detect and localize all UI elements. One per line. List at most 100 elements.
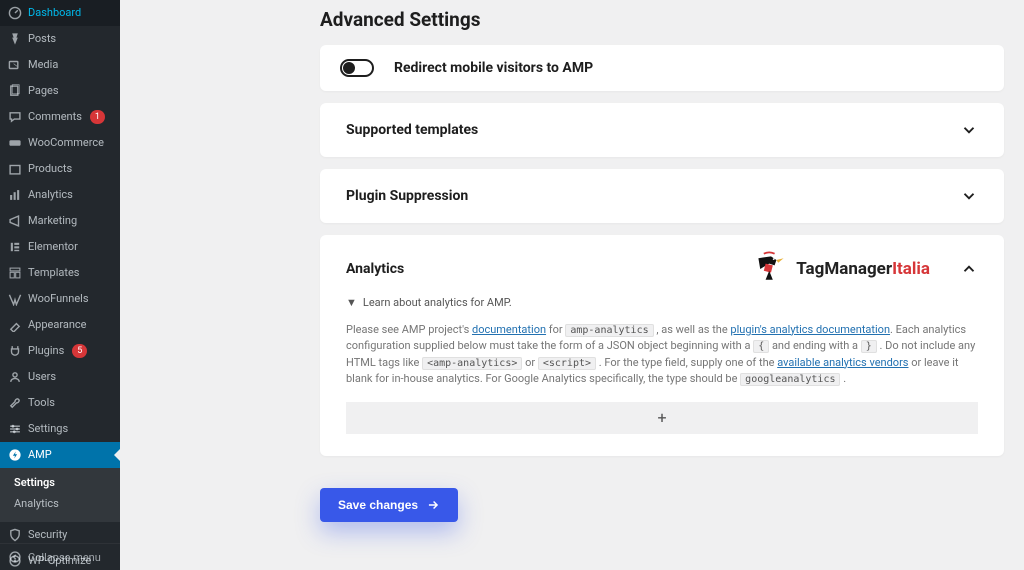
- supported-templates-title: Supported templates: [346, 122, 478, 138]
- sidebar-item-label: Templates: [28, 266, 79, 279]
- pages-icon: [8, 84, 22, 98]
- sidebar-item-users[interactable]: Users: [0, 364, 120, 390]
- sidebar-item-woofunnels[interactable]: WooFunnels: [0, 286, 120, 312]
- triangle-down-icon: ▼: [346, 295, 357, 312]
- sidebar-item-media[interactable]: Media: [0, 52, 120, 78]
- sidebar-item-marketing[interactable]: Marketing: [0, 208, 120, 234]
- tools-icon: [8, 396, 22, 410]
- dashboard-icon: [8, 6, 22, 20]
- sidebar-item-label: Tools: [28, 396, 55, 409]
- sidebar-item-templates[interactable]: Templates: [0, 260, 120, 286]
- admin-sidebar: Dashboard Posts Media Pages Comments 1 W…: [0, 0, 120, 570]
- sidebar-item-tools[interactable]: Tools: [0, 390, 120, 416]
- sidebar-item-label: Posts: [28, 32, 56, 45]
- sidebar-item-posts[interactable]: Posts: [0, 26, 120, 52]
- sidebar-item-appearance[interactable]: Appearance: [0, 312, 120, 338]
- arrow-right-icon: [426, 498, 440, 512]
- count-badge: 5: [72, 344, 87, 358]
- analytics-title: Analytics: [346, 261, 404, 277]
- sidebar-item-comments[interactable]: Comments 1: [0, 104, 120, 130]
- plugin-docs-link[interactable]: plugin's analytics documentation: [730, 323, 890, 336]
- supported-templates-toggle[interactable]: Supported templates: [320, 103, 1004, 157]
- documentation-link[interactable]: documentation: [472, 323, 546, 336]
- page-title: Advanced Settings: [320, 8, 1004, 31]
- pin-icon: [8, 32, 22, 46]
- sidebar-item-label: Pages: [28, 84, 59, 97]
- logo-text-2: Italia: [892, 259, 930, 279]
- comments-icon: [8, 110, 22, 124]
- analytics-icon: [8, 188, 22, 202]
- plugin-suppression-panel: Plugin Suppression: [320, 169, 1004, 223]
- sidebar-item-pages[interactable]: Pages: [0, 78, 120, 104]
- analytics-panel: Analytics TagManagerIta: [320, 235, 1004, 456]
- products-icon: [8, 162, 22, 176]
- count-badge: 1: [90, 110, 105, 124]
- sidebar-item-woocommerce[interactable]: WooCommerce: [0, 130, 120, 156]
- sidebar-item-label: AMP: [28, 448, 52, 461]
- redirect-panel: Redirect mobile visitors to AMP: [320, 45, 1004, 91]
- learn-about-toggle[interactable]: ▼ Learn about analytics for AMP.: [346, 295, 978, 312]
- amp-icon: [8, 448, 22, 462]
- users-icon: [8, 370, 22, 384]
- sidebar-item-label: Appearance: [28, 318, 87, 331]
- woo-icon: [8, 136, 22, 150]
- sidebar-item-label: Security: [28, 528, 67, 541]
- add-analytics-button[interactable]: +: [346, 402, 978, 434]
- sidebar-item-elementor[interactable]: Elementor: [0, 234, 120, 260]
- sidebar-item-products[interactable]: Products: [0, 156, 120, 182]
- sidebar-item-label: WooCommerce: [28, 136, 104, 149]
- media-icon: [8, 58, 22, 72]
- collapse-menu-button[interactable]: Collapse menu: [0, 543, 120, 570]
- code-open-brace: {: [753, 340, 769, 353]
- plugins-icon: [8, 344, 22, 358]
- shield-icon: [8, 528, 22, 542]
- main-content: Advanced Settings Redirect mobile visito…: [120, 0, 1024, 570]
- appearance-icon: [8, 318, 22, 332]
- chevron-down-icon: [960, 187, 978, 205]
- logo-text-1: TagManager: [796, 259, 892, 279]
- save-button-label: Save changes: [338, 498, 418, 512]
- sidebar-item-plugins[interactable]: Plugins 5: [0, 338, 120, 364]
- sidebar-item-label: Elementor: [28, 240, 78, 253]
- sidebar-sub-settings[interactable]: Settings: [0, 472, 120, 493]
- sidebar-item-label: Media: [28, 58, 58, 71]
- learn-label: Learn about analytics for AMP.: [363, 295, 512, 312]
- collapse-menu-label: Collapse menu: [28, 551, 101, 564]
- sidebar-item-label: Products: [28, 162, 72, 175]
- analytics-toggle[interactable]: Analytics TagManagerIta: [320, 235, 1004, 295]
- supported-templates-panel: Supported templates: [320, 103, 1004, 157]
- analytics-help-text: Please see AMP project's documentation f…: [346, 322, 978, 388]
- redirect-panel-title: Redirect mobile visitors to AMP: [394, 60, 593, 76]
- marketing-icon: [8, 214, 22, 228]
- code-amp-analytics-tag: <amp-analytics>: [422, 357, 522, 370]
- sidebar-item-amp[interactable]: AMP: [0, 442, 120, 468]
- sidebar-item-label: Plugins: [28, 344, 64, 357]
- vendors-link[interactable]: available analytics vendors: [777, 356, 908, 369]
- sidebar-item-dashboard[interactable]: Dashboard: [0, 0, 120, 26]
- sidebar-item-label: Users: [28, 370, 56, 383]
- sidebar-item-label: WooFunnels: [28, 292, 89, 305]
- plugin-suppression-title: Plugin Suppression: [346, 188, 468, 204]
- sidebar-item-label: Settings: [28, 422, 68, 435]
- plugin-suppression-toggle[interactable]: Plugin Suppression: [320, 169, 1004, 223]
- sidebar-item-settings[interactable]: Settings: [0, 416, 120, 442]
- sidebar-item-label: Marketing: [28, 214, 77, 227]
- code-amp-analytics: amp-analytics: [565, 324, 653, 337]
- code-close-brace: }: [861, 340, 877, 353]
- chevron-up-icon: [960, 260, 978, 278]
- collapse-icon: [8, 550, 22, 564]
- analytics-body: ▼ Learn about analytics for AMP. Please …: [320, 295, 1004, 456]
- sidebar-submenu: Settings Analytics: [0, 468, 120, 522]
- templates-icon: [8, 266, 22, 280]
- chevron-down-icon: [960, 121, 978, 139]
- redirect-toggle[interactable]: [340, 59, 374, 77]
- code-googleanalytics: googleanalytics: [740, 373, 840, 386]
- sidebar-item-label: Dashboard: [28, 6, 81, 19]
- sidebar-sub-analytics[interactable]: Analytics: [0, 493, 120, 514]
- sidebar-item-label: Analytics: [28, 188, 73, 201]
- save-changes-button[interactable]: Save changes: [320, 488, 458, 522]
- sidebar-item-label: Comments: [28, 110, 82, 123]
- plus-icon: +: [657, 406, 666, 430]
- settings-icon: [8, 422, 22, 436]
- sidebar-item-analytics[interactable]: Analytics: [0, 182, 120, 208]
